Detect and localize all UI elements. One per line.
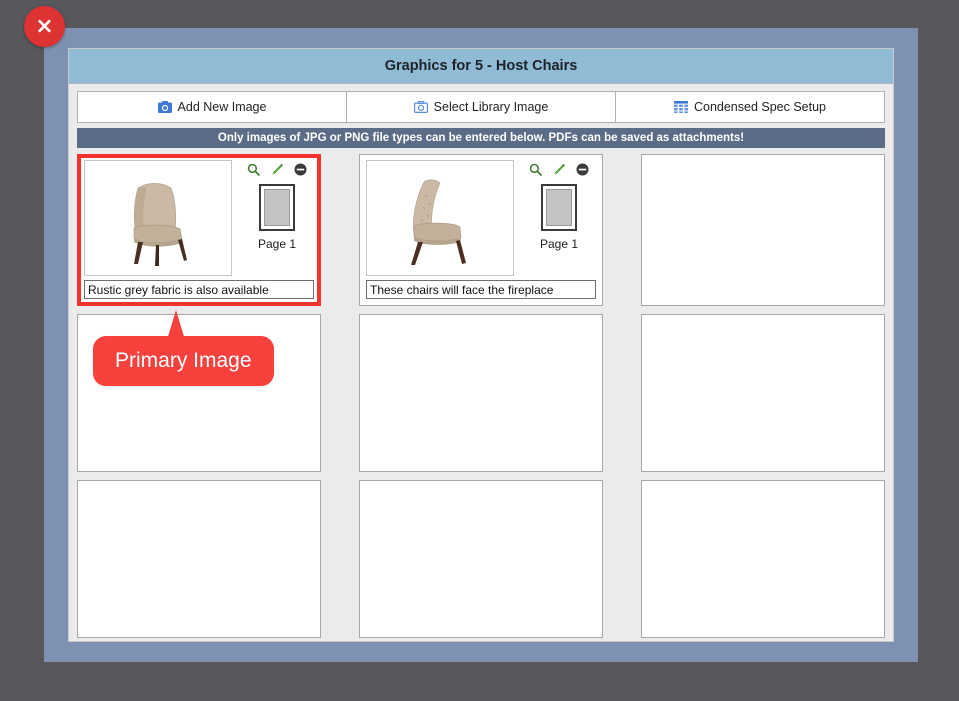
page-title: Graphics for 5 - Host Chairs [384, 58, 578, 74]
image-grid: Page 1 Rustic grey fabric is also availa… [77, 154, 885, 638]
camera-outline-icon [413, 100, 428, 114]
graphics-dialog: Graphics for 5 - Host Chairs Add New Ima… [68, 48, 894, 642]
image-card-empty[interactable] [359, 480, 603, 638]
page-thumbnail-inner [264, 189, 290, 226]
image-card-empty[interactable] [641, 154, 885, 306]
image-card[interactable]: Page 1 These chairs will face the firepl… [359, 154, 603, 306]
add-new-image-button[interactable]: Add New Image [78, 92, 347, 122]
grid-table-icon [673, 101, 688, 113]
condensed-spec-setup-button[interactable]: Condensed Spec Setup [616, 92, 884, 122]
image-card-empty[interactable] [77, 314, 321, 472]
select-library-image-button[interactable]: Select Library Image [347, 92, 616, 122]
magnifier-icon[interactable] [529, 163, 542, 176]
page-label: Page 1 [539, 237, 579, 251]
image-card-empty[interactable] [359, 314, 603, 472]
grid-cell: Primary Image [77, 310, 321, 472]
image-card-empty[interactable] [641, 314, 885, 472]
pencil-icon[interactable] [552, 163, 566, 176]
condensed-spec-setup-label: Condensed Spec Setup [693, 100, 827, 114]
camera-filled-icon [157, 101, 172, 113]
caption-input[interactable]: These chairs will face the fireplace [366, 280, 596, 299]
add-new-image-label: Add New Image [177, 100, 267, 114]
select-library-image-label: Select Library Image [433, 100, 549, 114]
grid-cell [359, 314, 603, 472]
image-actions [240, 160, 314, 178]
info-banner: Only images of JPG or PNG file types can… [77, 128, 885, 148]
image-card-empty[interactable] [641, 480, 885, 638]
image-card-empty[interactable] [77, 480, 321, 638]
image-thumbnail-side[interactable] [366, 160, 514, 276]
grid-cell: Page 1 Rustic grey fabric is also availa… [77, 154, 321, 306]
dialog-header: Graphics for 5 - Host Chairs [69, 49, 893, 84]
close-icon: × [35, 14, 54, 39]
host-chair-front-angle-illustration [98, 166, 218, 270]
page-thumbnail[interactable] [259, 184, 295, 231]
page-thumbnail-inner [546, 189, 572, 226]
caption-input[interactable]: Rustic grey fabric is also available [84, 280, 314, 299]
image-thumbnail-front[interactable] [84, 160, 232, 276]
grid-cell [359, 480, 603, 638]
close-button[interactable]: × [24, 6, 65, 47]
modal-frame: Graphics for 5 - Host Chairs Add New Ima… [44, 28, 918, 662]
grid-cell: Page 1 These chairs will face the firepl… [359, 154, 603, 306]
page-thumbnail[interactable] [541, 184, 577, 231]
pencil-icon[interactable] [270, 163, 284, 176]
image-card-primary[interactable]: Page 1 Rustic grey fabric is also availa… [77, 154, 321, 306]
grid-cell [641, 480, 885, 638]
image-actions [522, 160, 596, 178]
grid-cell [77, 480, 321, 638]
magnifier-icon[interactable] [247, 163, 260, 176]
toolbar: Add New Image Select Library Image Conde… [77, 91, 885, 123]
info-banner-text: Only images of JPG or PNG file types can… [217, 132, 745, 144]
remove-circle-icon[interactable] [576, 163, 589, 176]
grid-cell [641, 314, 885, 472]
grid-cell [641, 154, 885, 306]
host-chair-side-profile-illustration [380, 166, 500, 270]
page-label: Page 1 [257, 237, 297, 251]
remove-circle-icon[interactable] [294, 163, 307, 176]
